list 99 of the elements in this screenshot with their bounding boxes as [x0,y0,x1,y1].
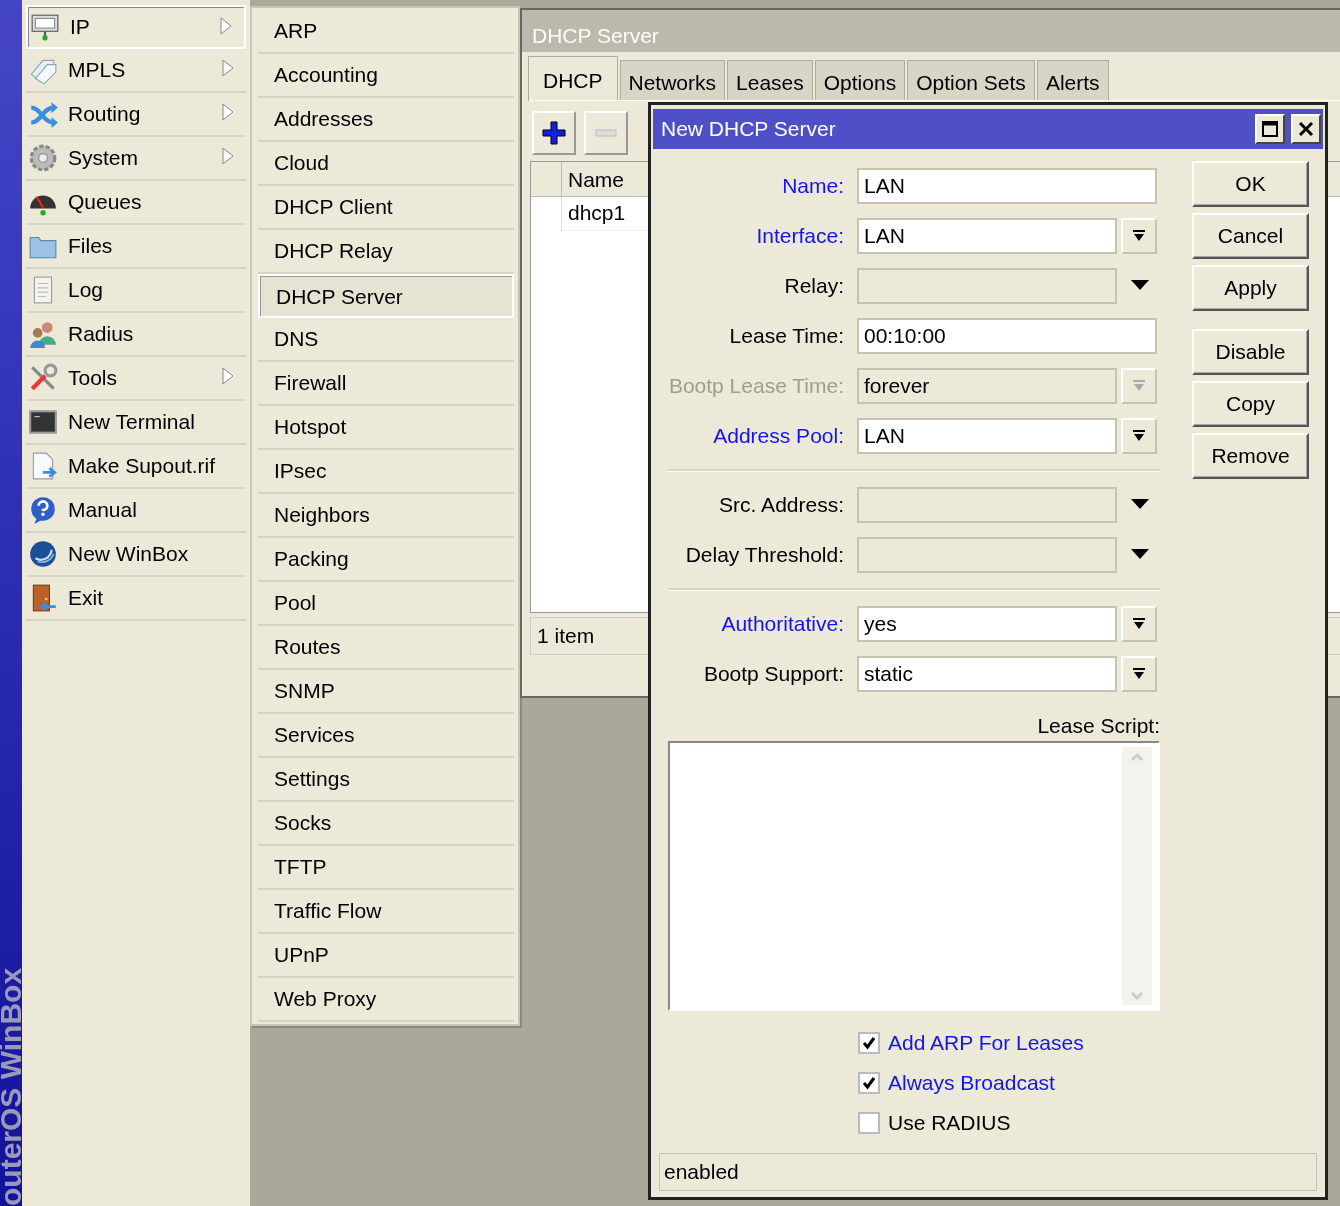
submenu-item[interactable]: Routes [258,626,514,670]
field-label: Delay Threshold: [684,543,845,567]
field-label: Lease Script: [1036,713,1160,739]
input-field[interactable]: LAN [857,218,1117,254]
checkbox[interactable] [858,1072,880,1094]
field-label: Address Pool: [712,424,845,448]
submenu-item[interactable]: Traffic Flow [258,890,514,934]
monitor-icon [30,12,60,42]
tab[interactable]: Option Sets [907,60,1035,101]
submenu-item[interactable]: UPnP [258,934,514,978]
dialog-button[interactable]: Disable [1192,329,1309,375]
terminal-icon [28,407,58,437]
plus-icon [542,121,566,145]
submenu-item[interactable]: Socks [258,802,514,846]
dialog-button[interactable]: Cancel [1192,213,1309,259]
wrench-screwdriver-icon [28,363,58,393]
menu-item[interactable]: Radius [26,313,246,357]
menu-item[interactable]: Log [26,269,246,313]
menu-item[interactable]: Queues [26,181,246,225]
tab[interactable]: Networks [619,60,726,101]
caret-icon[interactable] [1131,499,1149,511]
dialog-button[interactable]: OK [1192,161,1309,207]
dialog-button[interactable]: Apply [1192,265,1309,311]
field-label: Src. Address: [718,493,845,517]
tab[interactable]: Options [814,60,906,101]
menu-item[interactable]: New Terminal [26,401,246,445]
caret-icon[interactable] [1131,280,1149,292]
status-bar: enabled [659,1153,1317,1191]
people-icon [28,319,58,349]
field-label: Name: [781,174,845,198]
window-title: DHCP Server [522,10,1340,52]
menu-item[interactable]: Files [26,225,246,269]
tab[interactable]: DHCP [528,56,618,101]
input-field[interactable]: 00:10:00 [857,318,1157,354]
maximize-button[interactable] [1255,114,1285,144]
checkbox[interactable] [858,1032,880,1054]
input-field[interactable]: LAN [857,168,1157,204]
menu-item[interactable]: Manual [26,489,246,533]
submenu-item[interactable]: Web Proxy [258,978,514,1022]
input-field[interactable] [857,268,1117,304]
brand-text: outerOS WinBox [0,967,22,1206]
checkmark-icon [861,1035,877,1051]
menu-item[interactable]: Tools [26,357,246,401]
field-label: Bootp Lease Time: [668,374,845,398]
menu-item[interactable]: IP [26,5,246,49]
dropdown-button[interactable] [1121,606,1157,642]
input-field[interactable]: static [857,656,1117,692]
submenu-item[interactable]: TFTP [258,846,514,890]
submenu-item[interactable]: Addresses [258,98,514,142]
script-field[interactable] [668,741,1160,1011]
submenu-item[interactable]: SNMP [258,670,514,714]
add-button[interactable] [532,111,576,155]
submenu-item[interactable]: Packing [258,538,514,582]
field-label: Lease Time: [728,324,845,348]
checkmark-icon [861,1075,877,1091]
menu-item[interactable]: New WinBox [26,533,246,577]
input-field[interactable]: LAN [857,418,1117,454]
dialog-title: New DHCP Server [661,117,837,141]
maximize-icon [1260,119,1280,139]
field-label: Relay: [783,274,845,298]
submenu-item[interactable]: DNS [258,318,514,362]
menu-item[interactable]: MPLS [26,49,246,93]
checkbox[interactable] [858,1112,880,1134]
menu-item[interactable]: Routing [26,93,246,137]
checkbox-label[interactable]: Use RADIUS [888,1111,1011,1135]
dropdown-button[interactable] [1121,418,1157,454]
close-button[interactable] [1291,114,1321,144]
menu-item[interactable]: Make Supout.rif [26,445,246,489]
input-field[interactable] [857,537,1117,573]
submenu-item[interactable]: Settings [258,758,514,802]
submenu-item[interactable]: Hotspot [258,406,514,450]
help-icon [28,495,58,525]
submenu-item[interactable]: Cloud [258,142,514,186]
submenu-item[interactable]: Pool [258,582,514,626]
checkbox-label[interactable]: Add ARP For Leases [888,1031,1084,1055]
submenu-item[interactable]: Firewall [258,362,514,406]
dialog-button[interactable]: Remove [1192,433,1309,479]
menu-item[interactable]: Exit [26,577,246,621]
submenu-item[interactable]: IPsec [258,450,514,494]
close-icon [1296,119,1316,139]
dropdown-button[interactable] [1121,218,1157,254]
tab[interactable]: Leases [727,60,813,101]
input-field[interactable] [857,487,1117,523]
gear-icon [28,143,58,173]
globe-icon [28,539,58,569]
submenu-item[interactable]: ARP [258,10,514,54]
submenu-item[interactable]: Services [258,714,514,758]
dialog-button[interactable]: Copy [1192,381,1309,427]
submenu-item[interactable]: DHCP Server [258,274,514,318]
dropdown-button[interactable] [1121,656,1157,692]
menu-item[interactable]: System [26,137,246,181]
submenu-item[interactable]: DHCP Client [258,186,514,230]
submenu-item[interactable]: Accounting [258,54,514,98]
input-field[interactable]: yes [857,606,1117,642]
field-label: Bootp Support: [702,662,845,686]
caret-icon[interactable] [1131,549,1149,561]
submenu-item[interactable]: Neighbors [258,494,514,538]
checkbox-label[interactable]: Always Broadcast [888,1071,1055,1095]
tab[interactable]: Alerts [1036,60,1109,101]
